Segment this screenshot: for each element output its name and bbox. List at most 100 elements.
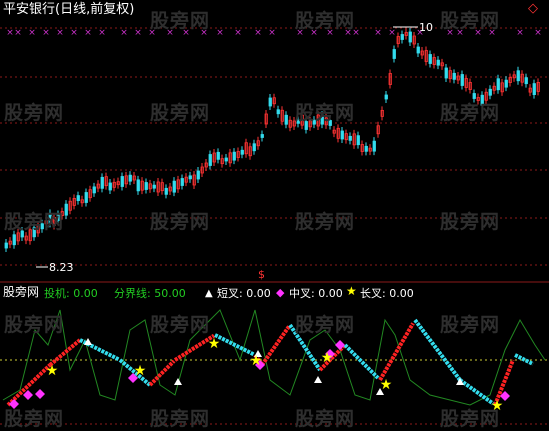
diamond-icon: ◆: [276, 286, 285, 299]
signal-marker: ×: [14, 28, 22, 38]
candle-body: [532, 83, 536, 95]
signal-marker: ×: [296, 28, 304, 38]
candle-body: [276, 109, 280, 115]
signal-marker: ×: [216, 28, 224, 38]
short-cross-triangle: [314, 376, 322, 383]
candle-body: [496, 78, 500, 91]
candle-body: [56, 214, 60, 221]
signal-marker: ×: [200, 28, 208, 38]
candle-body: [392, 49, 396, 59]
signal-marker: ×: [516, 28, 524, 38]
long-cross-star: ★: [380, 377, 393, 393]
speculation-value: 投机: 0.00: [44, 287, 98, 300]
candle-body: [488, 88, 492, 96]
falling-segment: [288, 323, 322, 372]
candle-body: [304, 121, 308, 130]
candle-body: [4, 242, 8, 249]
signal-markers-row: × × × × × × × × × × × × × × × × × × × × × × × × × × × × × × × ×: [6, 28, 542, 38]
candle-body: [120, 176, 124, 187]
candle-body: [444, 67, 448, 79]
signal-marker: ×: [42, 28, 50, 38]
signal-marker: ×: [56, 28, 64, 38]
candle-body: [32, 227, 36, 238]
candle-body: [188, 175, 192, 180]
falling-segment: [458, 378, 495, 406]
signal-marker: ×: [310, 28, 318, 38]
candle-body: [172, 180, 176, 193]
long-cross-star: ★: [46, 363, 59, 379]
mid-cross-diamond: [35, 389, 45, 399]
high-price-label: 10: [419, 21, 433, 34]
chart-title: 平安银行(日线,前复权): [3, 2, 135, 17]
signal-marker: ×: [352, 28, 360, 38]
rising-segment: [48, 338, 82, 367]
long-cross-star: ★: [491, 398, 504, 414]
signal-marker: ×: [166, 28, 174, 38]
signal-marker: ×: [374, 28, 382, 38]
candle-body: [284, 114, 288, 125]
candle-body: [12, 234, 16, 246]
signal-marker: ×: [70, 28, 78, 38]
signal-marker: ×: [98, 28, 106, 38]
candle-body: [240, 149, 244, 155]
candle-body: [372, 140, 376, 152]
candle-body: [428, 54, 432, 64]
indicator-panel: ★ ★ ★ ★ ★ ★ ★: [2, 309, 546, 414]
candle-body: [348, 135, 352, 141]
signal-marker: ×: [6, 28, 14, 38]
candle-body: [472, 93, 476, 99]
candle-body: [260, 134, 264, 138]
candle-body: [180, 178, 184, 186]
rising-segment: [148, 359, 176, 387]
diamond-outline-icon[interactable]: ◇: [528, 2, 538, 15]
candle-body: [400, 34, 404, 40]
candle-body: [524, 77, 528, 85]
speculation-line: [2, 309, 546, 406]
candle-body: [64, 203, 68, 216]
candle-body: [40, 223, 44, 230]
candle-body: [100, 176, 104, 189]
candle-body: [196, 170, 200, 180]
candle-body: [452, 72, 456, 80]
candle-body: [108, 182, 112, 191]
signal-marker: ×: [134, 28, 142, 38]
candle-body: [328, 120, 332, 126]
signal-marker: ×: [148, 28, 156, 38]
signal-marker: ×: [456, 28, 464, 38]
candle-body: [208, 154, 212, 166]
falling-segment: [214, 333, 255, 357]
signal-marker: ×: [388, 28, 396, 38]
signal-marker: ×: [120, 28, 128, 38]
panel-separator-marker[interactable]: $: [258, 268, 265, 281]
candle-body: [152, 184, 156, 189]
candle-body: [364, 145, 368, 152]
candle-body: [416, 46, 420, 54]
signal-marker: ×: [534, 28, 542, 38]
signal-marker: ×: [234, 28, 242, 38]
signal-marker: ×: [488, 28, 496, 38]
signal-marker: ×: [344, 28, 352, 38]
low-price-label: 8.23: [49, 261, 74, 274]
candle-body: [224, 157, 228, 162]
long-cross-star: ★: [208, 336, 221, 352]
candle-body: [356, 135, 360, 146]
candle-body: [460, 74, 464, 86]
candle-body: [20, 230, 24, 238]
candle-body: [340, 130, 344, 140]
long-cross-star: ★: [134, 363, 147, 379]
chart-canvas[interactable]: × × × × × × × × × × × × × × × × × × × × × × × × × × × × × × × × ★ ★★★ ★★★: [0, 0, 549, 429]
short-cross-triangle: [174, 378, 182, 385]
candle-body: [216, 151, 220, 160]
signal-marker: ×: [446, 28, 454, 38]
candle-body: [84, 192, 88, 203]
long-cross-value: 长叉: 0.00: [360, 287, 414, 300]
signal-marker: ×: [84, 28, 92, 38]
falling-segment: [343, 343, 380, 380]
candle-body: [76, 195, 80, 202]
candle-body: [480, 94, 484, 106]
short-cross-value: 短叉: 0.00: [217, 287, 271, 300]
signal-marker: ×: [474, 28, 482, 38]
signal-marker: ×: [182, 28, 190, 38]
signal-marker: ×: [268, 28, 276, 38]
candle-body: [436, 59, 440, 66]
